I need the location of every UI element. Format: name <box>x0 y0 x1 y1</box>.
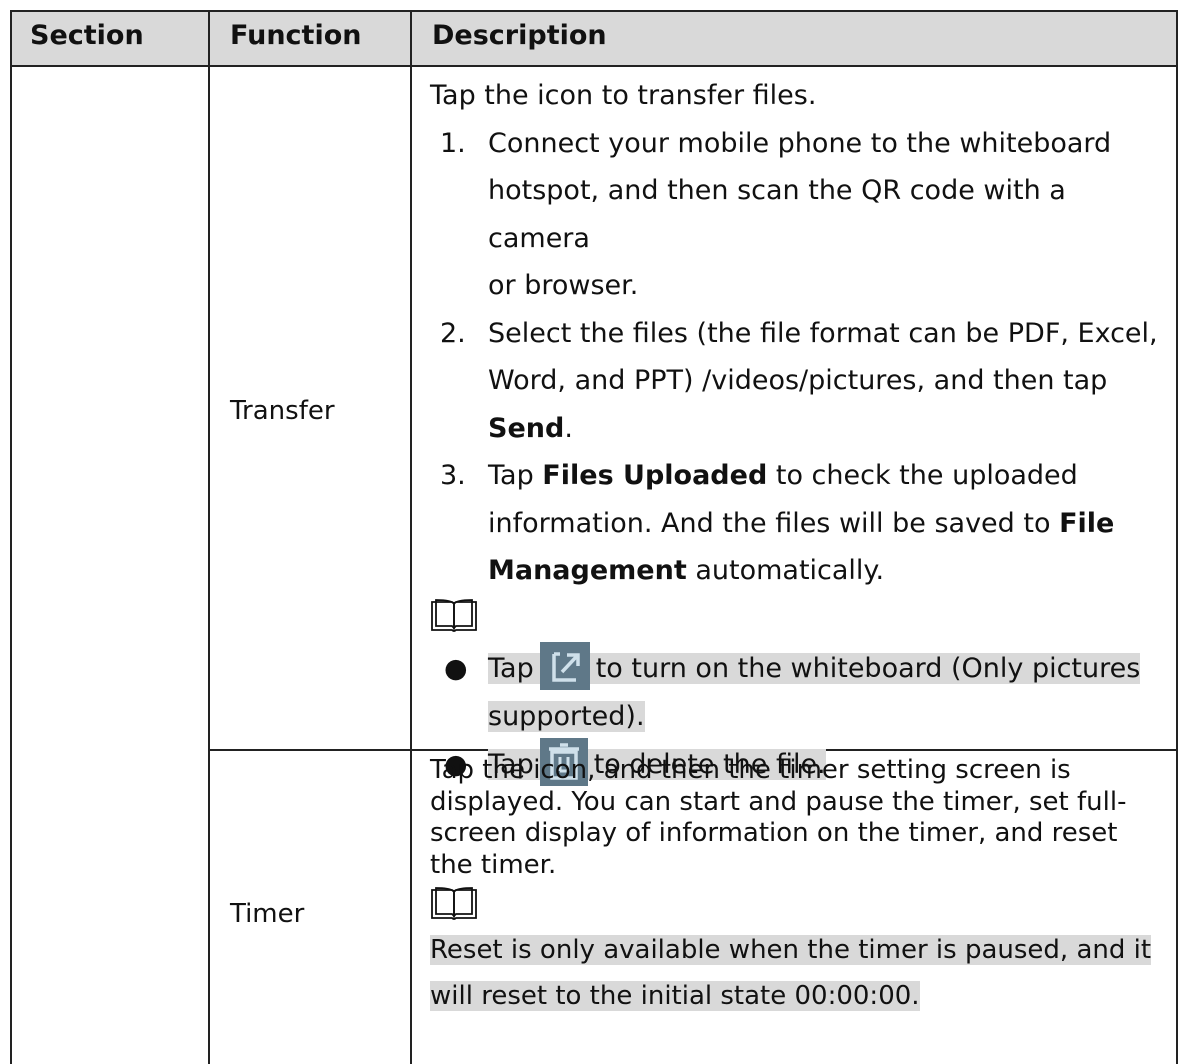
header-description: Description <box>432 20 607 51</box>
header-divider <box>10 65 1176 67</box>
step-text: or browser. <box>488 270 639 301</box>
list-item: ● Tap to turn on the whiteboard (Only pic… <box>440 642 1170 741</box>
timer-text: screen display of information on the tim… <box>430 818 1118 848</box>
note-text: to turn on the whiteboard (Only pictures <box>595 652 1141 684</box>
step-number: 3. <box>440 460 466 491</box>
list-item: 2. Select the files (the file format can… <box>440 310 1170 453</box>
step-text: Send. <box>488 405 1170 453</box>
step-text: information. And the files will be saved… <box>488 500 1170 548</box>
bold-term: Management <box>488 555 687 586</box>
step-text: Tap <box>488 460 543 491</box>
table-border-left <box>10 10 12 1064</box>
step-text: hotspot, and then scan the QR code with … <box>488 175 1066 254</box>
list-item: 1. Connect your mobile phone to the whit… <box>440 120 1170 310</box>
table-border-top <box>10 10 1176 12</box>
note-icon <box>430 595 1170 645</box>
list-item: 3. Tap Files Uploaded to check the uploa… <box>440 452 1170 595</box>
timer-note: Reset is only available when the timer i… <box>430 935 1152 965</box>
timer-description: Tap the icon, and then the timer setting… <box>430 755 1170 1019</box>
step-text: Select the files (the file format can be… <box>488 317 1158 349</box>
step-number: 2. <box>440 317 466 349</box>
function-transfer: Transfer <box>230 396 335 426</box>
step-text: Connect your mobile phone to the whitebo… <box>488 127 1112 159</box>
transfer-intro: Tap the icon to transfer files. <box>430 80 817 111</box>
timer-text: displayed. You can start and pause the t… <box>430 786 1127 817</box>
transfer-description: Tap the icon to transfer files. 1. Conne… <box>430 72 1170 789</box>
step-text: information. And the files will be saved… <box>488 507 1060 539</box>
timer-text: the timer. <box>430 849 557 880</box>
bold-term: File <box>1059 507 1115 539</box>
note-text: Tap <box>488 652 534 684</box>
timer-note: will reset to the initial state 00:00:00… <box>430 981 920 1011</box>
step-text: Tap Files Uploaded to check the uploaded <box>488 452 1170 500</box>
fullscreen-arrow-icon <box>539 642 590 690</box>
bold-term: Send <box>488 412 565 444</box>
step-number: 1. <box>440 127 466 159</box>
step-text: to check the uploaded <box>767 460 1078 491</box>
header-section: Section <box>30 20 144 51</box>
function-timer: Timer <box>230 899 305 929</box>
note-text: supported). <box>488 701 645 732</box>
step-text: Management automatically. <box>488 547 1170 595</box>
step-text: automatically. <box>686 555 885 586</box>
column-divider-2 <box>410 10 412 1064</box>
column-divider-1 <box>208 10 210 1064</box>
note-icon <box>430 881 1170 927</box>
step-text: Word, and PPT) /videos/pictures, and the… <box>488 365 1108 396</box>
step-text: . <box>564 412 573 444</box>
bold-term: Files Uploaded <box>542 460 768 491</box>
table-border-right <box>1176 10 1178 1064</box>
header-function: Function <box>230 20 362 51</box>
timer-text: Tap the icon, and then the timer setting… <box>430 755 1071 785</box>
